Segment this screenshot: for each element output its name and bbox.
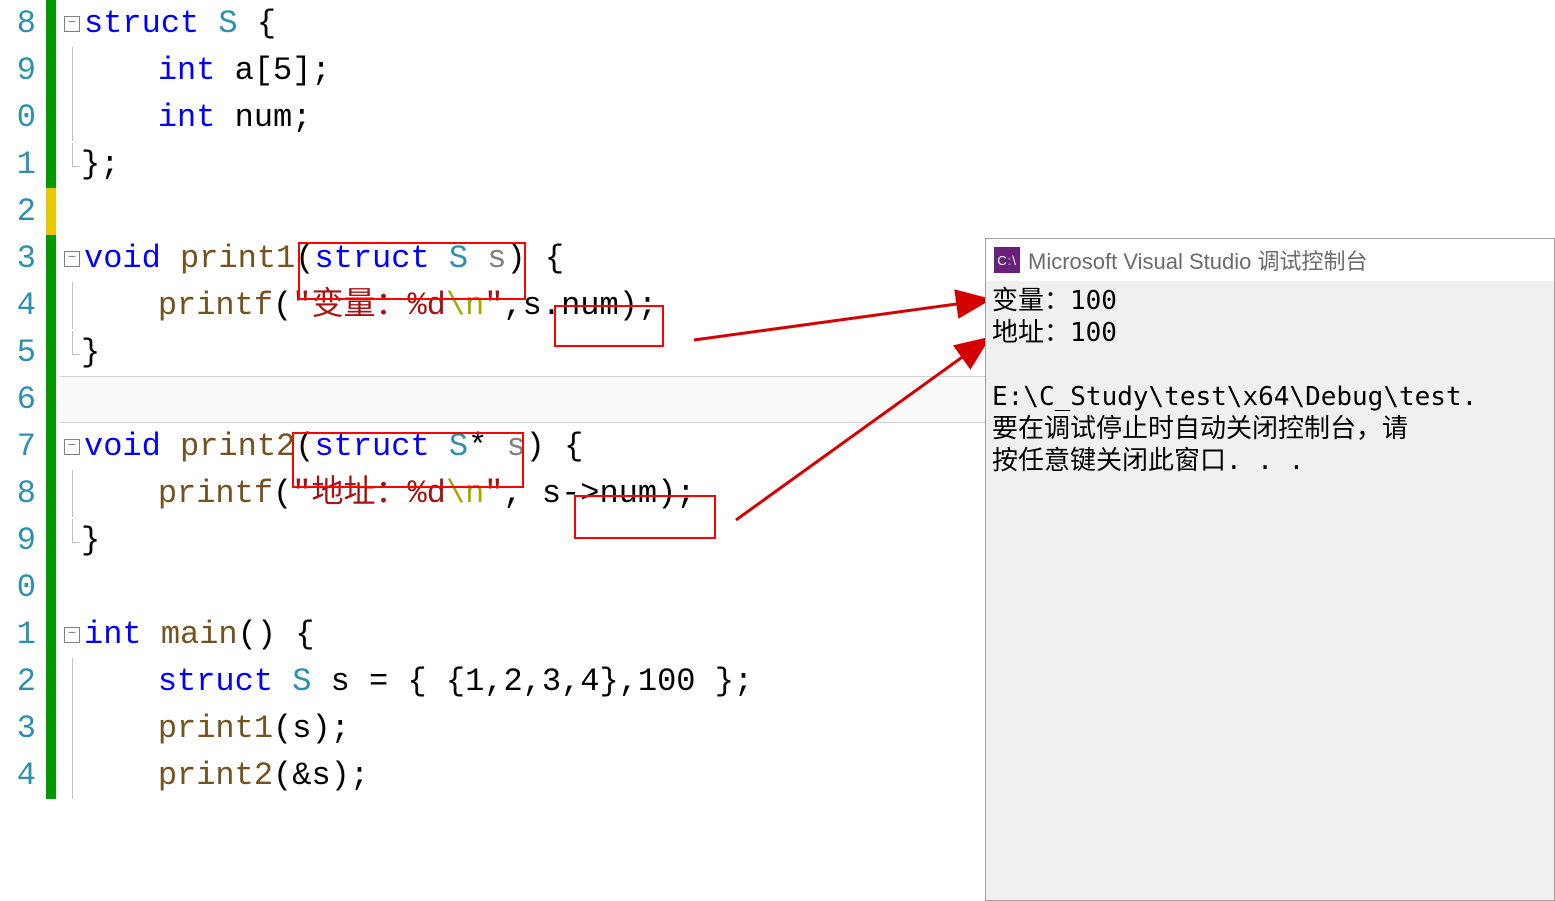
fold-guide [72,94,73,141]
line-number: 8 [0,470,40,517]
console-output[interactable]: 变量：100 地址：100 E:\C_Study\test\x64\Debug\… [986,281,1554,481]
change-bar [46,94,56,141]
fold-guide [72,752,73,799]
line-number: 3 [0,235,40,282]
console-icon: C:\ [994,247,1020,273]
change-bar [46,282,56,329]
change-bar [46,235,56,282]
code-line[interactable]: 8 − struct S { [0,0,1555,47]
fold-guide [72,282,73,329]
line-number: 0 [0,94,40,141]
fold-guide [72,331,80,355]
line-number: 4 [0,752,40,799]
fold-guide [72,470,73,517]
console-titlebar[interactable]: C:\ Microsoft Visual Studio 调试控制台 [986,239,1554,281]
line-number: 1 [0,611,40,658]
change-bar [46,376,56,423]
function-name: main [161,611,238,658]
fold-toggle[interactable]: − [64,251,80,267]
line-number: 2 [0,658,40,705]
function-name: print1 [180,235,295,282]
line-number: 3 [0,705,40,752]
fold-guide [72,143,80,167]
fold-guide [72,658,73,705]
line-number: 2 [0,188,40,235]
change-bar [46,658,56,705]
function-name: print2 [180,423,295,470]
line-number: 9 [0,517,40,564]
change-bar [46,423,56,470]
fold-guide [72,47,73,94]
code-line[interactable]: 1 }; [0,141,1555,188]
change-bar [46,564,56,611]
code-line[interactable]: 2 [0,188,1555,235]
keyword: struct [84,0,199,47]
line-number: 7 [0,423,40,470]
line-number: 6 [0,376,40,423]
line-number: 4 [0,282,40,329]
change-bar [46,0,56,47]
debug-console-window[interactable]: C:\ Microsoft Visual Studio 调试控制台 变量：100… [985,238,1555,901]
change-bar [46,470,56,517]
type-name: S [218,0,237,47]
change-bar [46,705,56,752]
fold-toggle[interactable]: − [64,627,80,643]
line-number: 9 [0,47,40,94]
change-bar [46,188,56,235]
change-bar [46,517,56,564]
fold-toggle[interactable]: − [64,439,80,455]
line-number: 5 [0,329,40,376]
change-bar [46,329,56,376]
line-number: 1 [0,141,40,188]
line-number: 0 [0,564,40,611]
fold-guide [72,705,73,752]
change-bar [46,752,56,799]
change-bar [46,47,56,94]
change-bar [46,611,56,658]
line-number: 8 [0,0,40,47]
code-line[interactable]: 9 int a[5]; [0,47,1555,94]
code-line[interactable]: 0 int num; [0,94,1555,141]
console-title-text: Microsoft Visual Studio 调试控制台 [1028,244,1367,276]
fold-guide [72,519,80,543]
fold-toggle[interactable]: − [64,16,80,32]
change-bar [46,141,56,188]
